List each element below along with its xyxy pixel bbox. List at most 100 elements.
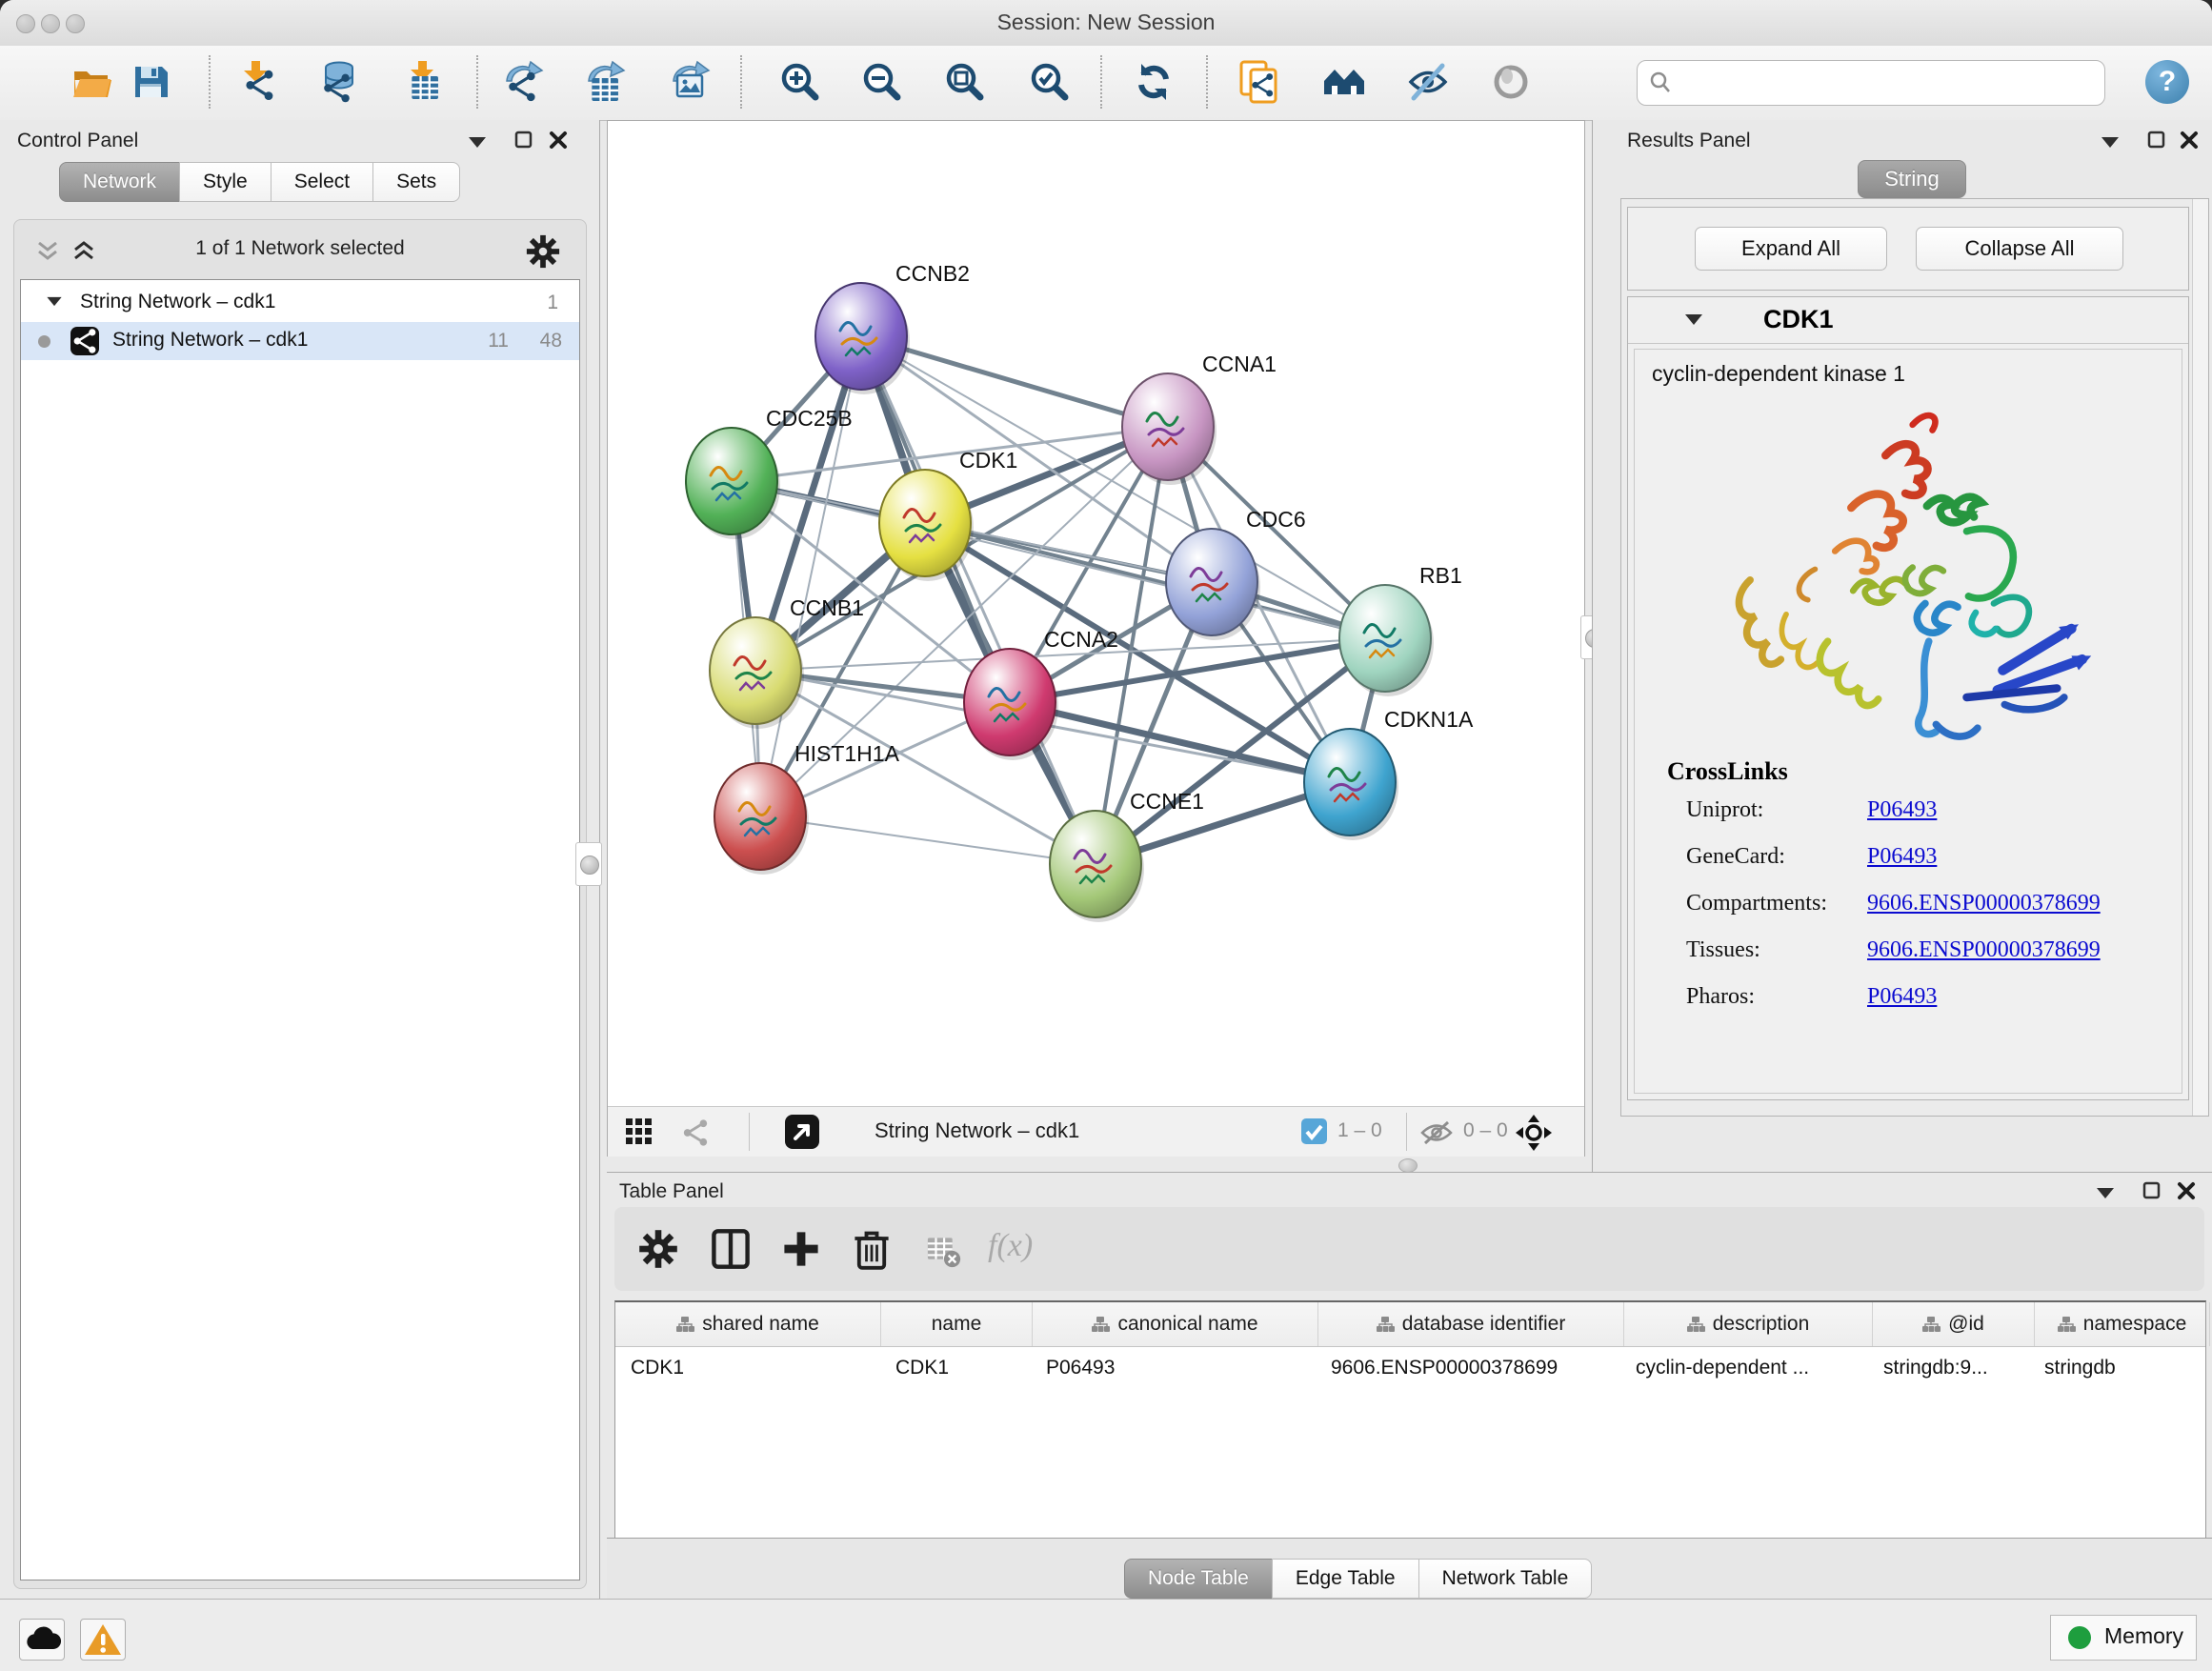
column-header-namespace[interactable]: namespace [2035,1302,2210,1346]
search-box[interactable] [1637,60,2105,106]
tab-select[interactable]: Select [271,162,373,202]
export-network-icon[interactable] [501,60,545,104]
table-cell[interactable]: CDK1 [615,1347,880,1389]
zoom-out-icon[interactable] [860,60,904,104]
network-node-ccna2[interactable] [964,649,1056,755]
crosslink-row: GeneCard:P06493 [1686,844,2162,891]
fit-crosshair-icon[interactable] [1515,1114,1553,1152]
zoom-fit-icon[interactable] [943,60,987,104]
column-header-database-identifier[interactable]: database identifier [1318,1302,1624,1346]
show-all-sphere-icon[interactable] [1489,60,1533,104]
zoom-selected-icon[interactable] [1028,60,1072,104]
crosslink-link[interactable]: 9606.ENSP00000378699 [1867,891,2101,916]
delete-table-icon[interactable] [921,1228,963,1270]
tab-node-table[interactable]: Node Table [1124,1559,1273,1599]
delete-column-trash-icon[interactable] [851,1228,893,1270]
table-row[interactable]: CDK1CDK1P064939606.ENSP00000378699cyclin… [615,1347,2205,1389]
network-collection-row[interactable]: String Network – cdk1 1 [21,284,579,322]
network-node-hist1h1a[interactable] [714,763,806,870]
export-image-icon[interactable] [668,60,712,104]
apply-layout-refresh-icon[interactable] [1132,60,1176,104]
network-node-cdc25b[interactable] [686,428,777,534]
float-panel-icon[interactable] [514,131,537,151]
crosslink-link[interactable]: 9606.ENSP00000378699 [1867,937,2101,962]
collapse-all-button[interactable]: Collapse All [1916,227,2123,271]
panel-menu-icon[interactable] [2097,1186,2120,1207]
table-cell[interactable]: stringdb [2029,1347,2203,1389]
network-canvas[interactable]: CDK1CCNB2CCNA1CDC25BCDC6RB1CCNB1CCNA2CDK… [608,121,1584,1106]
expand-all-button[interactable]: Expand All [1695,227,1887,271]
search-input[interactable] [1679,65,2093,99]
gene-section-header[interactable]: CDK1 [1628,297,2188,344]
panel-menu-icon[interactable] [469,135,492,156]
table-settings-gear-icon[interactable] [637,1228,679,1270]
expander-icon[interactable] [1685,314,1702,325]
crosslink-link[interactable]: P06493 [1867,844,1937,869]
add-column-icon[interactable] [780,1228,822,1270]
selected-counter: 1 – 0 [1337,1119,1382,1142]
table-cell[interactable]: stringdb:9... [1868,1347,2029,1389]
close-panel-icon[interactable] [549,131,572,151]
network-node-cdc6[interactable] [1166,529,1257,635]
hidden-eye-slash-icon[interactable] [1419,1120,1454,1145]
memory-button[interactable]: Memory [2050,1615,2197,1661]
column-header--id[interactable]: @id [1873,1302,2035,1346]
column-header-canonical-name[interactable]: canonical name [1033,1302,1318,1346]
left-splitter-handle[interactable] [575,842,602,886]
tab-style[interactable]: Style [179,162,271,202]
warnings-button[interactable] [80,1619,126,1661]
grid-view-icon[interactable] [625,1117,654,1146]
annotation-arrow-icon[interactable] [785,1115,819,1149]
save-session-icon[interactable] [129,60,172,104]
network-node-ccnb2[interactable] [815,283,907,390]
close-panel-icon[interactable] [2180,131,2202,151]
network-node-ccnb1[interactable] [710,617,801,724]
panel-menu-icon[interactable] [2101,135,2124,156]
close-panel-icon[interactable] [2177,1181,2200,1202]
expander-icon[interactable] [47,297,61,306]
column-header-label: shared name [702,1313,819,1336]
float-panel-icon[interactable] [2147,131,2170,151]
table-cell[interactable]: 9606.ENSP00000378699 [1316,1347,1620,1389]
network-node-cdk1[interactable] [879,470,971,576]
tab-network[interactable]: Network [59,162,180,202]
table-cell[interactable]: cyclin-dependent ... [1620,1347,1868,1389]
hide-selected-eye-slash-icon[interactable] [1406,60,1450,104]
zoom-in-icon[interactable] [778,60,822,104]
float-panel-icon[interactable] [2142,1181,2165,1202]
import-network-from-file-icon[interactable] [236,60,280,104]
houses-icon[interactable] [1322,60,1366,104]
crosslink-link[interactable]: P06493 [1867,984,1937,1009]
table-cell[interactable]: P06493 [1031,1347,1316,1389]
table-cell[interactable]: CDK1 [880,1347,1031,1389]
string-results-content: Expand All Collapse All CDK1 cyclin-depe… [1620,198,2209,1117]
selected-nodes-checkbox[interactable] [1301,1118,1327,1144]
import-network-from-database-icon[interactable] [316,60,360,104]
network-node-ccna1[interactable] [1122,373,1214,480]
vertical-scrollbar[interactable] [2192,199,2208,1116]
cloud-status-button[interactable] [19,1619,65,1661]
import-table-from-file-icon[interactable] [403,60,447,104]
tab-string[interactable]: String [1858,160,1966,198]
crosslink-link[interactable]: P06493 [1867,797,1937,822]
export-table-icon[interactable] [583,60,627,104]
tab-sets[interactable]: Sets [372,162,460,202]
network-node-cdkn1a[interactable] [1304,729,1396,836]
single-view-icon[interactable] [680,1117,711,1148]
column-header-description[interactable]: description [1624,1302,1873,1346]
column-header-shared-name[interactable]: shared name [615,1302,881,1346]
network-status-dot [38,335,50,348]
tab-network-table[interactable]: Network Table [1418,1559,1593,1599]
gear-icon[interactable] [525,233,561,270]
horizontal-splitter-handle[interactable] [1398,1158,1418,1173]
status-bar: Memory [0,1599,2212,1671]
tab-edge-table[interactable]: Edge Table [1272,1559,1419,1599]
open-session-icon[interactable] [70,60,113,104]
network-row-selected[interactable]: String Network – cdk1 11 48 [21,322,579,360]
help-button[interactable]: ? [2145,60,2189,104]
new-network-from-selection-icon[interactable] [1237,60,1281,104]
network-node-rb1[interactable] [1339,585,1431,692]
show-columns-icon[interactable] [710,1228,752,1270]
column-header-name[interactable]: name [881,1302,1033,1346]
network-node-ccne1[interactable] [1050,811,1141,917]
